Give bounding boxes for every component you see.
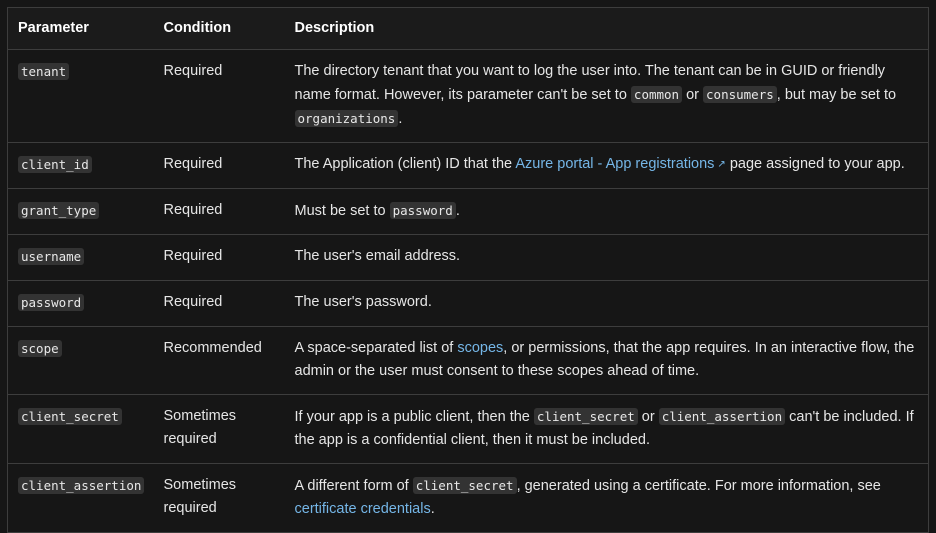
inline-code: password bbox=[389, 202, 456, 219]
param-code: scope bbox=[18, 340, 62, 357]
desc-text: The Application (client) ID that the bbox=[294, 156, 516, 172]
desc-text: , but may be set to bbox=[776, 87, 897, 103]
condition-cell: Required bbox=[153, 188, 285, 235]
description-cell: The directory tenant that you want to lo… bbox=[284, 49, 929, 143]
table-row: client_id Required The Application (clie… bbox=[7, 142, 929, 189]
param-code: client_secret bbox=[18, 408, 122, 425]
param-cell: client_id bbox=[7, 142, 154, 189]
param-code: password bbox=[18, 294, 85, 311]
description-cell: Must be set to password. bbox=[284, 188, 929, 235]
azure-portal-link[interactable]: Azure portal - App registrations bbox=[515, 156, 714, 172]
desc-text: The user's email address. bbox=[294, 248, 461, 264]
description-cell: If your app is a public client, then the… bbox=[284, 394, 929, 464]
table-row: client_assertion Sometimes required A di… bbox=[7, 463, 929, 533]
description-cell: The user's email address. bbox=[284, 234, 929, 281]
desc-text: . bbox=[430, 501, 435, 517]
header-condition: Condition bbox=[153, 7, 285, 50]
param-code: username bbox=[18, 248, 85, 265]
inline-code: organizations bbox=[294, 110, 399, 127]
desc-text: Must be set to bbox=[294, 203, 390, 219]
condition-cell: Sometimes required bbox=[153, 394, 285, 464]
description-cell: A space-separated list of scopes, or per… bbox=[284, 326, 929, 395]
param-cell: client_secret bbox=[7, 394, 154, 464]
certificate-credentials-link[interactable]: certificate credentials bbox=[295, 501, 431, 517]
desc-text: page assigned to your app. bbox=[725, 156, 905, 172]
desc-text: . bbox=[398, 111, 403, 127]
description-cell: The user's password. bbox=[284, 280, 929, 327]
table-row: username Required The user's email addre… bbox=[7, 234, 929, 281]
parameters-table-container: Parameter Condition Description tenant R… bbox=[7, 7, 929, 533]
scopes-link[interactable]: scopes bbox=[457, 340, 503, 356]
inline-code: consumers bbox=[703, 86, 777, 103]
param-cell: tenant bbox=[7, 49, 154, 143]
condition-cell: Required bbox=[153, 234, 285, 281]
header-description: Description bbox=[284, 7, 929, 50]
param-cell: password bbox=[7, 280, 154, 327]
desc-text: A different form of bbox=[294, 478, 413, 494]
inline-code: client_secret bbox=[412, 477, 517, 494]
table-header-row: Parameter Condition Description bbox=[7, 7, 929, 50]
header-parameter: Parameter bbox=[7, 7, 154, 50]
desc-text: If your app is a public client, then the bbox=[294, 409, 534, 425]
condition-cell: Required bbox=[153, 142, 285, 189]
condition-cell: Required bbox=[153, 49, 285, 143]
param-cell: scope bbox=[7, 326, 154, 395]
param-code: tenant bbox=[18, 63, 70, 80]
condition-cell: Recommended bbox=[153, 326, 285, 395]
table-row: password Required The user's password. bbox=[7, 280, 929, 327]
param-code: grant_type bbox=[18, 202, 100, 219]
desc-text: The user's password. bbox=[294, 294, 432, 310]
param-cell: grant_type bbox=[7, 188, 154, 235]
desc-text: A space-separated list of bbox=[294, 340, 458, 356]
desc-text: or bbox=[637, 409, 659, 425]
param-cell: client_assertion bbox=[7, 463, 154, 533]
condition-cell: Required bbox=[153, 280, 285, 327]
condition-cell: Sometimes required bbox=[153, 463, 285, 533]
param-code: client_id bbox=[18, 156, 92, 173]
table-row: scope Recommended A space-separated list… bbox=[7, 326, 929, 395]
parameters-table: Parameter Condition Description tenant R… bbox=[7, 7, 929, 533]
description-cell: A different form of client_secret, gener… bbox=[284, 463, 929, 533]
desc-text: , generated using a certificate. For mor… bbox=[516, 478, 881, 494]
desc-text: or bbox=[682, 87, 704, 103]
table-row: grant_type Required Must be set to passw… bbox=[7, 188, 929, 235]
table-row: tenant Required The directory tenant tha… bbox=[7, 49, 929, 143]
inline-code: client_secret bbox=[533, 408, 638, 425]
table-row: client_secret Sometimes required If your… bbox=[7, 394, 929, 464]
external-link-icon: ↗ bbox=[717, 159, 726, 170]
param-code: client_assertion bbox=[18, 477, 145, 494]
desc-text: . bbox=[455, 203, 460, 219]
inline-code: common bbox=[630, 86, 683, 103]
inline-code: client_assertion bbox=[658, 408, 786, 425]
description-cell: The Application (client) ID that the Azu… bbox=[284, 142, 929, 189]
param-cell: username bbox=[7, 234, 154, 281]
